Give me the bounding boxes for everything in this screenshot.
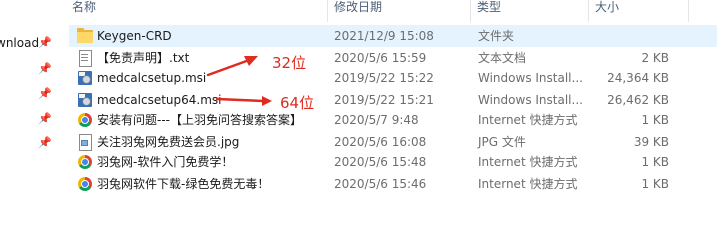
- annotation-arrow-64: [215, 97, 266, 103]
- annotation-arrowhead-64: [262, 96, 272, 106]
- annotation-label-64: 64位: [280, 94, 315, 112]
- annotation-layer: [206, 56, 272, 106]
- annotation-arrow-32: [206, 57, 254, 77]
- annotation-label-32: 32位: [272, 54, 307, 72]
